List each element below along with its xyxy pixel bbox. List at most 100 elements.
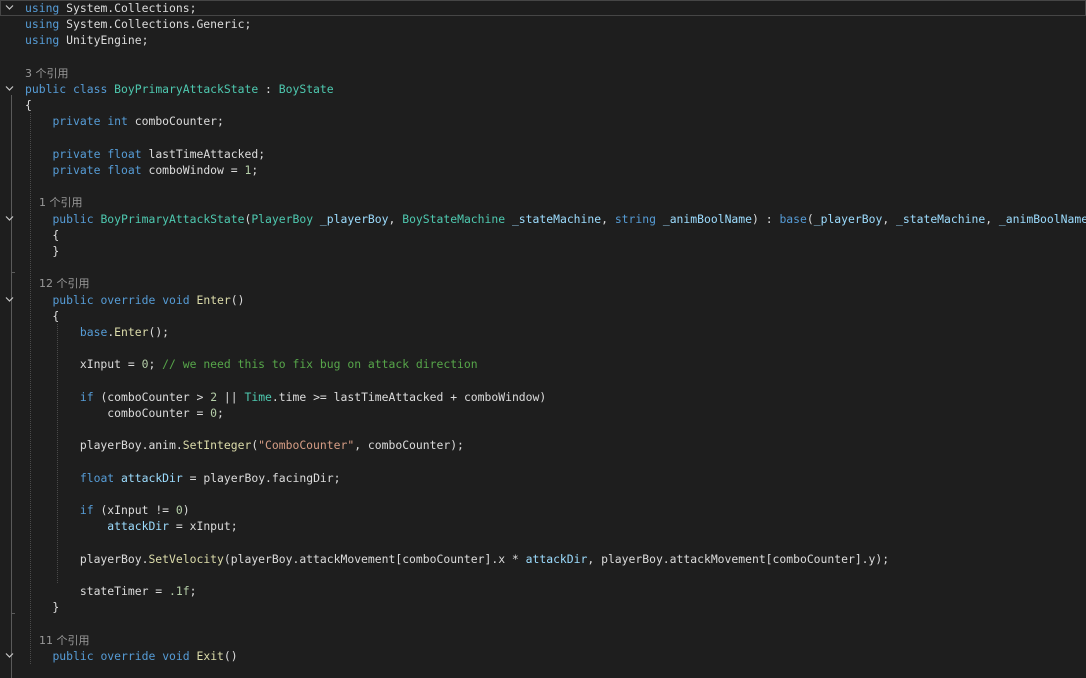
code-line[interactable]: private float comboWindow = 1; — [0, 162, 1086, 178]
code-token: comboCounter = — [25, 406, 211, 420]
code-token: } — [25, 600, 60, 615]
code-token: _stateMachine — [511, 211, 602, 226]
code-token: if — [79, 389, 94, 404]
code-line[interactable]: float attackDir = playerBoy.facingDir; — [0, 470, 1086, 486]
code-token: public — [25, 82, 67, 96]
code-token: "ComboCounter" — [258, 438, 355, 453]
code-token: ) : — [752, 211, 780, 226]
code-token: , — [601, 211, 615, 226]
code-token: || — [217, 389, 245, 404]
code-token: attackDir — [107, 519, 170, 534]
code-token: int — [107, 114, 128, 129]
code-token: using — [25, 1, 60, 15]
code-token: xInput = — [25, 357, 142, 372]
code-token: base — [779, 211, 807, 226]
code-token: , comboCounter); — [354, 438, 464, 453]
code-token: void — [162, 649, 190, 663]
chevron-down-icon[interactable] — [5, 84, 14, 93]
code-token: private — [52, 146, 101, 161]
code-line[interactable]: public BoyPrimaryAttackState (PlayerBoy _… — [0, 211, 1086, 227]
code-line[interactable] — [0, 616, 1086, 632]
code-line[interactable] — [0, 535, 1086, 551]
code-line[interactable]: playerBoy.SetVelocity(playerBoy.attackMo… — [0, 551, 1086, 567]
code-line[interactable]: public override void Exit() — [0, 648, 1086, 664]
code-line[interactable] — [0, 340, 1086, 356]
code-token: System.Collections; — [59, 1, 197, 15]
code-line[interactable]: { — [0, 97, 1086, 113]
code-line[interactable]: xInput = 0; // we need this to fix bug o… — [0, 356, 1086, 372]
code-token: ( — [806, 211, 814, 226]
chevron-down-icon[interactable] — [5, 295, 14, 304]
code-lens-line[interactable]: 12 个引用 — [0, 275, 1086, 291]
code-line[interactable]: base.Enter(); — [0, 324, 1086, 340]
code-token: ; — [251, 163, 259, 177]
reference-count-link[interactable]: 1 个引用 — [25, 196, 83, 209]
code-token: ) — [182, 503, 190, 518]
code-token: override — [100, 649, 156, 663]
code-token: float — [107, 163, 142, 177]
code-line[interactable]: { — [0, 227, 1086, 243]
chevron-down-icon[interactable] — [5, 214, 14, 223]
code-line[interactable]: using UnityEngine; — [0, 32, 1086, 48]
chevron-down-icon[interactable] — [5, 3, 14, 12]
code-line[interactable] — [0, 373, 1086, 389]
code-token: _playerBoy — [813, 211, 883, 226]
code-line[interactable]: public class BoyPrimaryAttackState : Boy… — [0, 81, 1086, 97]
code-token: public — [52, 292, 94, 307]
code-lens-line[interactable]: 11 个引用 — [0, 632, 1086, 648]
code-line[interactable]: if (comboCounter > 2 || Time.time >= las… — [0, 389, 1086, 405]
code-token: 0 — [210, 406, 218, 420]
code-editor[interactable]: using System.Collections; using System.Co… — [0, 0, 1086, 678]
code-line[interactable]: private int comboCounter; — [0, 113, 1086, 129]
code-token: stateTimer = — [25, 584, 170, 599]
code-line[interactable] — [0, 486, 1086, 502]
code-line[interactable]: private float lastTimeAttacked; — [0, 146, 1086, 162]
code-token: , — [388, 211, 403, 226]
code-token: private — [52, 114, 101, 129]
code-line[interactable]: stateTimer = .1f; — [0, 583, 1086, 599]
code-line[interactable]: attackDir = xInput; — [0, 518, 1086, 534]
code-line[interactable] — [0, 454, 1086, 470]
code-line[interactable]: using System.Collections; — [0, 0, 1086, 17]
code-line[interactable] — [0, 178, 1086, 194]
code-token: using — [25, 17, 60, 32]
code-line[interactable]: playerBoy.anim.SetInteger("ComboCounter"… — [0, 437, 1086, 453]
code-line[interactable] — [0, 259, 1086, 275]
code-line[interactable] — [0, 567, 1086, 583]
code-token: lastTimeAttacked; — [141, 146, 266, 161]
code-line[interactable]: using System.Collections.Generic; — [0, 16, 1086, 32]
code-token: ; — [189, 584, 197, 599]
reference-count-link[interactable]: 11 个引用 — [25, 634, 90, 647]
code-line[interactable]: if (xInput != 0) — [0, 502, 1086, 518]
code-line[interactable] — [0, 421, 1086, 437]
code-lens-line[interactable]: 3 个引用 — [0, 65, 1086, 81]
code-line[interactable] — [0, 49, 1086, 65]
reference-count-link[interactable]: 12 个引用 — [25, 277, 90, 290]
code-lens-line[interactable]: 1 个引用 — [0, 194, 1086, 210]
code-line[interactable]: } — [0, 599, 1086, 615]
code-line[interactable]: comboCounter = 0; — [0, 405, 1086, 421]
code-line[interactable]: public override void Enter() — [0, 292, 1086, 308]
code-token: _animBoolName — [662, 211, 752, 226]
code-token: _animBoolName — [998, 211, 1086, 226]
chevron-down-icon[interactable] — [5, 651, 14, 660]
code-token: .1f — [169, 584, 190, 599]
code-token: .time >= lastTimeAttacked + comboWindow) — [271, 389, 547, 404]
code-line[interactable] — [0, 130, 1086, 146]
code-token: BoyStateMachine — [402, 211, 506, 226]
code-token: System.Collections.Generic; — [59, 17, 252, 32]
reference-count-link[interactable]: 3 个引用 — [25, 67, 69, 80]
code-line[interactable]: } — [0, 243, 1086, 259]
code-line[interactable]: { — [0, 308, 1086, 324]
